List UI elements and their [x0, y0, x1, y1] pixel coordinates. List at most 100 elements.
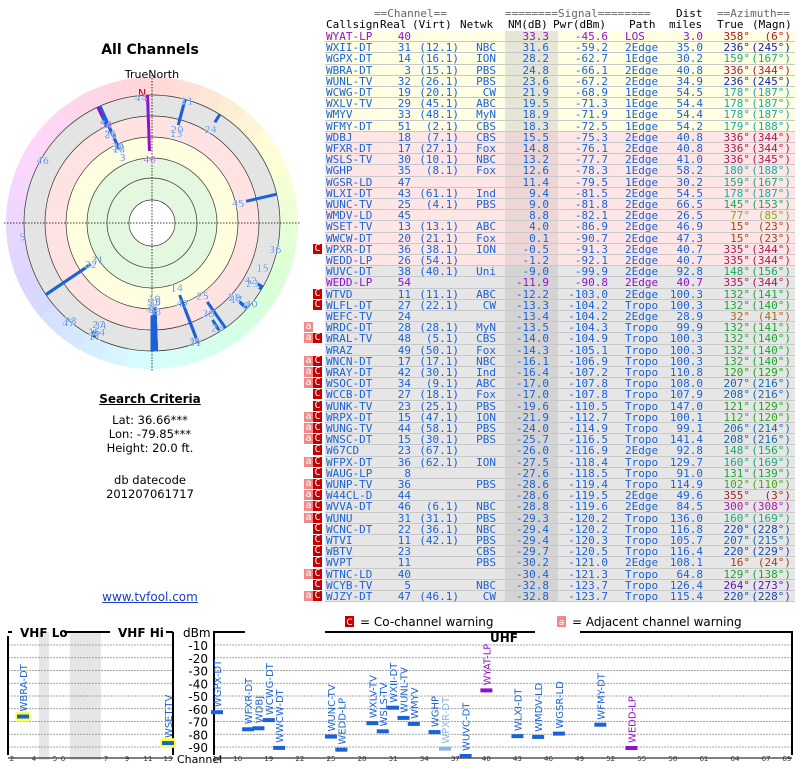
table-row[interactable]: WEDD-LP 54 -11.9 -90.8 2Edge 40.7 335° (344°): [325, 276, 795, 290]
adjacent-warning-badge: a: [304, 590, 313, 601]
station-channel-label: 20: [171, 125, 184, 136]
uhf-tick-label: 67: [762, 755, 771, 763]
station-channel-label: 23: [211, 324, 224, 335]
antenna-height: Height: 20.0 ft.: [106, 441, 194, 455]
table-row[interactable]: WVVA-DT 46 (6.1) NBC -28.8 -119.6 2Edge 84.5 300…: [325, 500, 795, 514]
station-channel-label: 31: [189, 338, 202, 349]
station-signal-bar: [162, 741, 174, 746]
cell-dist: 92.8: [676, 444, 704, 458]
uhf-tick-label: 46: [544, 755, 553, 763]
table-row[interactable]: WVPT 11 PBS -30.2 -121.0 2Edge 108.1 16° (24°): [325, 556, 795, 570]
cochannel-warning-badge: C: [313, 590, 322, 601]
station-channel-label: 17: [230, 295, 243, 306]
station-callsign-label: WGSR-LD: [555, 681, 566, 729]
station-channel-label: 47: [62, 319, 75, 330]
cell-virt: (18.1): [419, 388, 459, 402]
table-row[interactable]: WJZY-DT 47 (46.1) CW -32.8 -123.7 Tropo 115.4 22…: [325, 591, 795, 602]
cell-az-magn: (187°): [751, 108, 791, 122]
uhf-tick-label: 37: [451, 755, 460, 763]
cell-virt: (4.1): [425, 198, 459, 211]
cell-az-magn: (23°): [757, 220, 791, 234]
cochannel-warning-badge: C: [313, 478, 322, 489]
station-channel-label: 26: [104, 130, 117, 141]
table-row[interactable]: W67CD 23 (67.1) -26.0 -116.9 2Edge 92.8 148° (15…: [325, 444, 795, 458]
cell-az-magn: (308°): [751, 500, 791, 514]
cell-netwk: Uni: [476, 265, 496, 279]
table-row[interactable]: WSET-TV 13 (13.1) ABC 4.0 -86.9 2Edge 46.9 15° (2…: [325, 220, 795, 234]
cell-az-magn: (156°): [751, 444, 791, 458]
cell-real: 33: [397, 108, 411, 122]
cell-az-true: 208°: [723, 388, 751, 402]
table-row[interactable]: WGPX-DT 14 (16.1) ION 28.2 -62.7 1Edge 30.2 159°…: [325, 52, 795, 66]
cell-dist: 84.5: [676, 500, 704, 514]
cell-dist: 115.4: [669, 590, 703, 603]
table-row[interactable]: WMYV 33 (48.1) MyN 18.9 -71.9 1Edge 54.4 178° (18…: [325, 108, 795, 122]
station-callsign-label: WFXR-DT: [244, 677, 255, 724]
adjacent-warning-badge: a: [304, 455, 313, 467]
table-row[interactable]: WMDV-LD 45 8.8 -82.1 2Edge 26.5 77° (85°): [325, 210, 795, 221]
cell-netwk: ION: [476, 455, 496, 469]
adjacent-warning-badge: a: [304, 377, 313, 389]
station-signal-bar: [335, 747, 348, 752]
table-row[interactable]: WLFL-DT 27 (22.1) CW -13.3 -104.2 Tropo 100.3 13…: [325, 300, 795, 311]
vhf-tick-label: 9: [125, 755, 129, 763]
cochannel-warning-badge: C: [313, 422, 322, 433]
cell-az-true: 148°: [723, 444, 751, 458]
station-callsign-label: WEDD-LP: [337, 698, 348, 745]
cell-az-magn: (344°): [751, 276, 791, 290]
latitude: Lat: 36.66***: [112, 413, 188, 427]
table-row[interactable]: WGHP 35 (8.1) Fox 12.6 -78.3 1Edge 58.2 180° (188…: [325, 164, 795, 178]
cell-dist: 108.1: [669, 556, 703, 570]
cochannel-warning-badge: C: [313, 545, 322, 557]
table-row[interactable]: WUNC-TV 25 (4.1) PBS 9.0 -81.8 2Edge 66.5 145° (1…: [325, 199, 795, 210]
cell-dist: 58.2: [676, 164, 704, 178]
cochannel-warning-badge: C: [313, 399, 322, 411]
cell-dist: 100.3: [669, 332, 703, 346]
cell-netwk: ABC: [476, 220, 496, 234]
cell-netwk: PBS: [476, 433, 496, 447]
cell-callsign: WVVA-DT: [326, 500, 373, 514]
adjacent-warning-badge: a: [304, 366, 313, 377]
station-bearing-line: [146, 95, 151, 152]
cell-nm: 28.2: [522, 52, 550, 66]
cell-path: Tropo: [625, 388, 659, 402]
cell-pwr: -107.8: [568, 388, 608, 402]
db-datecode-label: db datecode: [114, 473, 186, 487]
table-row[interactable]: WCCB-DT 27 (18.1) Fox -17.0 -107.8 Tropo 107.9 2…: [325, 388, 795, 402]
cell-virt: (46.1): [419, 590, 459, 603]
polar-azimuth-plot: TrueNorthN4031143321929335118173035 47432…: [4, 68, 300, 371]
cell-nm: -28.8: [515, 500, 549, 514]
uhf-tick-label: 28: [358, 755, 367, 763]
search-criteria-title: Search Criteria: [99, 392, 201, 406]
cell-path: 1Edge: [625, 108, 659, 122]
cell-dist: 40.7: [676, 276, 704, 290]
cell-virt: (13.1): [419, 220, 459, 234]
cell-az-magn: (228°): [751, 590, 791, 603]
station-channel-label: 43: [149, 307, 162, 318]
cell-az-magn: (216°): [751, 388, 791, 402]
adjacent-warning-badge: a: [304, 567, 313, 579]
cell-az-magn: (188°): [751, 164, 791, 178]
header-virt: (Virt): [412, 18, 452, 31]
station-channel-label: 32: [85, 260, 98, 271]
station-signal-bar: [397, 715, 410, 720]
azimuth-hue-band: [278, 197, 298, 223]
vhf-hi-label: VHF Hi: [118, 626, 164, 640]
cell-pwr: -116.9: [568, 444, 608, 458]
cell-path: 1Edge: [625, 52, 659, 66]
cochannel-warning-badge: C: [313, 377, 322, 389]
page-title: All Channels: [101, 42, 199, 58]
table-row[interactable]: WBTV 23 CBS -29.7 -120.5 Tropo 116.4 220° (229°): [325, 546, 795, 557]
cell-pwr: -86.9: [574, 220, 608, 234]
table-row[interactable]: WRAL-TV 48 (5.1) CBS -14.0 -104.9 Tropo 100.3 13…: [325, 332, 795, 346]
cochannel-warning-badge: C: [313, 354, 322, 366]
cell-callsign: WJZY-DT: [326, 590, 373, 603]
cell-netwk: CBS: [476, 332, 496, 346]
cell-az-magn: (140°): [751, 332, 791, 346]
tvfool-link[interactable]: www.tvfool.com: [0, 590, 300, 604]
uhf-tick-label: 25: [326, 755, 335, 763]
station-callsign-label: WDBJ: [254, 696, 265, 723]
cell-pwr: -104.9: [568, 332, 608, 346]
station-callsign-label: WCWG-DT: [265, 662, 276, 715]
station-channel-label: 11: [181, 96, 194, 107]
